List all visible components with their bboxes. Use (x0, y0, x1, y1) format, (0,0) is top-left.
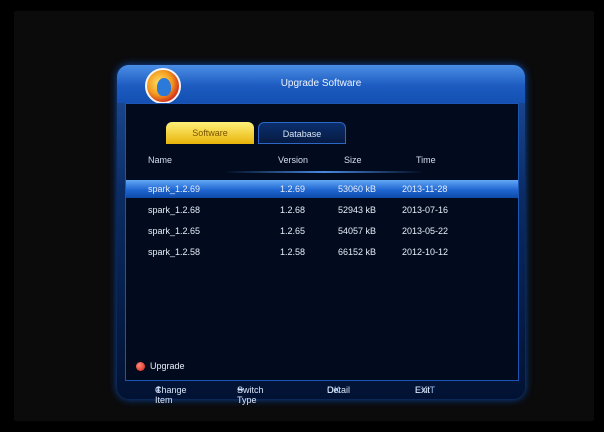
hint-exit-label: Exit (415, 385, 431, 395)
row-time: 2013-07-16 (402, 205, 449, 215)
row-name: spark_1.2.69 (148, 184, 201, 194)
red-button-icon (136, 361, 145, 371)
upgrade-label: Upgrade (150, 361, 185, 371)
tab-database[interactable]: Database (258, 122, 346, 144)
footer-hints: ⬍ Change Item ⬌ Switch Type OK Detail EXIT E… (125, 383, 517, 405)
window-title: Upgrade Software (280, 78, 362, 89)
row-name: spark_1.2.65 (148, 226, 201, 236)
table-row[interactable]: spark_1.2.58 1.2.58 66152 kB 2012-10-12 (126, 243, 518, 261)
row-time: 2012-10-12 (402, 247, 449, 257)
row-time: 2013-11-28 (402, 184, 448, 194)
row-size: 53060 kB (338, 184, 377, 194)
row-size: 66152 kB (338, 247, 377, 257)
tab-software[interactable]: Software (166, 122, 254, 144)
header-divider (224, 171, 424, 173)
hint-detail-label: Detail (327, 385, 351, 395)
row-version: 1.2.69 (280, 184, 306, 194)
row-name: spark_1.2.58 (148, 247, 201, 257)
table-row[interactable]: spark_1.2.69 1.2.69 53060 kB 2013-11-28 (126, 180, 518, 198)
title-bar: Upgrade Software (117, 65, 525, 104)
row-version: 1.2.68 (280, 205, 306, 215)
hint-change-item-label: Change Item (155, 385, 187, 405)
column-header-version: Version (278, 155, 309, 165)
row-size: 52943 kB (338, 205, 377, 215)
hint-switch-type-label: Switch Type (237, 385, 264, 405)
table-row[interactable]: spark_1.2.68 1.2.68 52943 kB 2013-07-16 (126, 201, 518, 219)
row-time: 2013-05-22 (402, 226, 449, 236)
column-header-name: Name (148, 155, 173, 165)
table-row[interactable]: spark_1.2.65 1.2.65 54057 kB 2013-05-22 (126, 222, 518, 240)
row-version: 1.2.65 (280, 226, 306, 236)
tv-frame: Upgrade Software Software Database Name … (14, 11, 594, 421)
row-version: 1.2.58 (280, 247, 306, 257)
screen: Upgrade Software Software Database Name … (0, 0, 604, 432)
dialog-body: Software Database Name Version Size Time… (125, 103, 519, 381)
upgrade-dialog: Upgrade Software Software Database Name … (117, 65, 525, 405)
upgrade-action[interactable]: Upgrade (136, 361, 185, 371)
column-header-time: Time (416, 155, 436, 165)
row-name: spark_1.2.68 (148, 205, 201, 215)
row-size: 54057 kB (338, 226, 377, 236)
table-header: Name Version Size Time (126, 152, 518, 170)
column-header-size: Size (344, 155, 362, 165)
tab-bar: Software Database (166, 122, 346, 144)
